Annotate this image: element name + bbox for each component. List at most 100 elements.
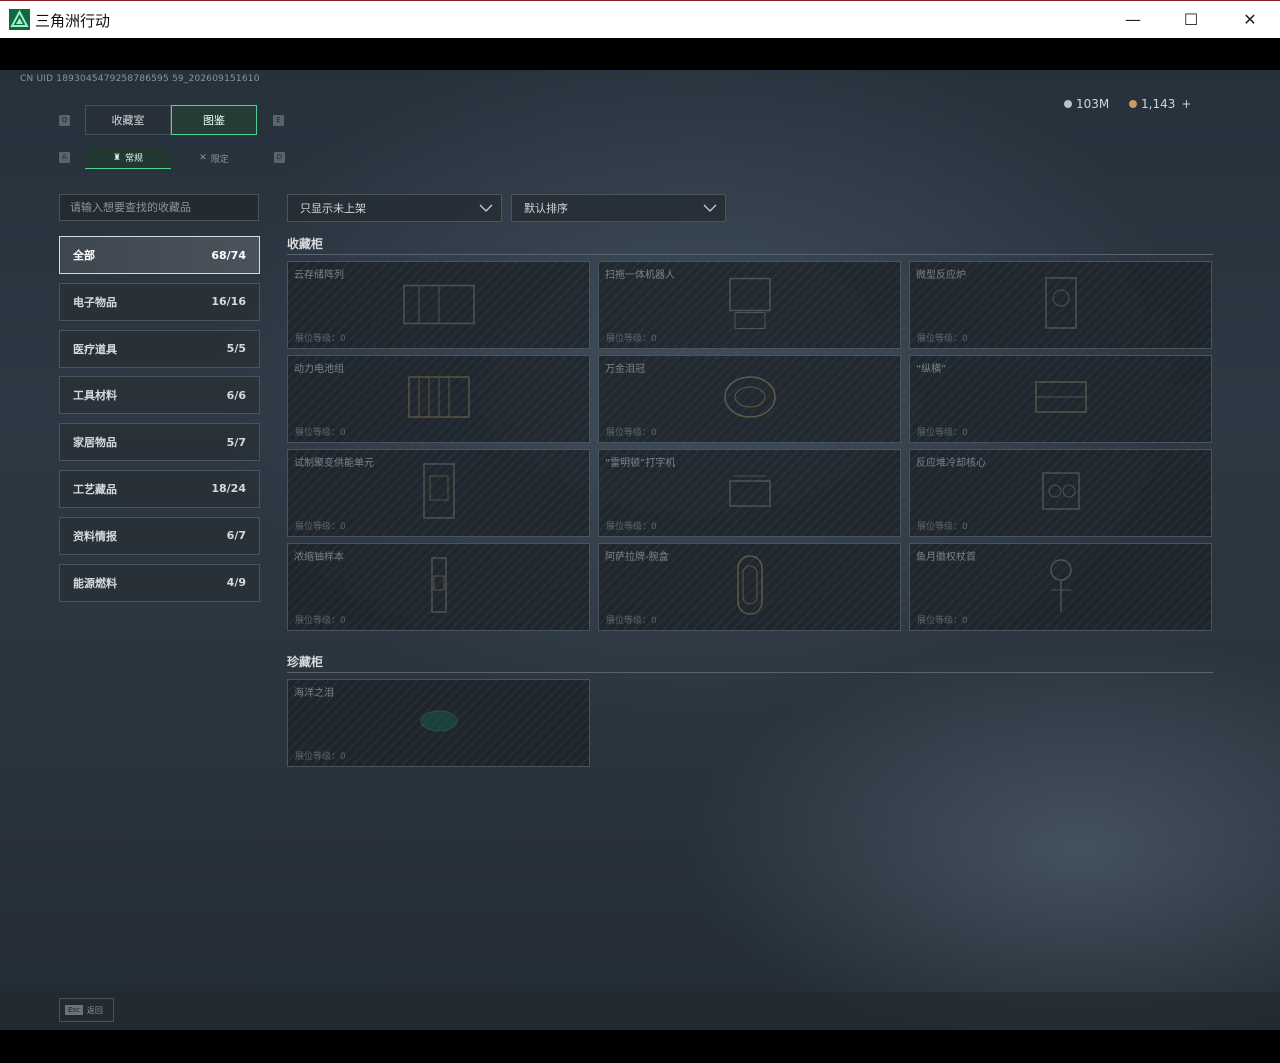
category-item-intel[interactable]: 资料情报 6/7 [59,516,260,555]
scepter-head-icon [1036,550,1086,624]
gold-coin-icon [1129,100,1137,108]
category-label: 电子物品 [73,295,117,309]
minimize-button[interactable]: — [1104,1,1162,38]
card-name: 试制聚变供能单元 [294,458,374,469]
fusion-unit-icon [414,456,464,530]
esc-key-hint: Esc [65,1005,83,1015]
treasure-grid: 海洋之泪 展位等级：0 [287,679,1213,767]
key-hint-e: E [273,115,284,126]
tab-catalog[interactable]: 图鉴 [171,105,257,135]
card-name: “雷明顿”打字机 [605,458,676,469]
category-label: 工艺藏品 [73,482,117,496]
back-label: 返回 [86,1005,103,1015]
subtab-limited[interactable]: ✕ 限定 [171,147,257,169]
cabinet-grid: 云存储阵列 展位等级：0 扫拖一体机器人 展位等级：0 微型反应炉 展位等级：0… [287,261,1213,631]
category-label: 工具材料 [73,389,117,403]
card-name: 海洋之泪 [294,688,334,699]
collectible-card[interactable]: 动力电池组 展位等级：0 [287,355,590,443]
show-filter-value: 只显示未上架 [300,202,366,215]
category-label: 资料情报 [73,529,117,543]
card-level: 展位等级：0 [295,616,346,626]
add-currency-button[interactable]: + [1181,97,1191,111]
card-name: 动力电池组 [294,364,344,375]
window-title: 三角洲行动 [35,12,111,30]
card-name: 浓缩铀样本 [294,552,344,563]
regular-icon: ♜ [112,152,122,163]
category-count: 6/6 [226,388,246,402]
subtab-regular[interactable]: ♜ 常规 [85,147,171,169]
card-name: 云存储阵列 [294,270,344,281]
category-item-crafts[interactable]: 工艺藏品 18/24 [59,469,260,508]
collectible-card[interactable]: 微型反应炉 展位等级：0 [909,261,1212,349]
player-uid: CN UID 1893045479258786595 59_2026091516… [20,74,260,84]
tab-collection-room[interactable]: 收藏室 [85,105,171,135]
card-level: 展位等级：0 [295,522,346,532]
category-item-household[interactable]: 家居物品 5/7 [59,423,260,462]
card-level: 展位等级：0 [295,428,346,438]
maximize-button[interactable]: ☐ [1162,1,1220,38]
server-array-icon [394,276,484,335]
battery-pack-icon [399,367,479,431]
window-titlebar: 三角洲行动 — ☐ ✕ [0,0,1280,38]
subtab-limited-label: 限定 [210,154,229,165]
letterbox-top [0,38,1280,70]
chevron-down-icon [479,204,493,212]
category-count: 68/74 [211,248,246,262]
card-level: 展位等级：0 [917,334,968,344]
ornament-box-icon [1026,372,1096,426]
category-item-energy[interactable]: 能源燃料 4/9 [59,563,260,602]
card-level: 展位等级：0 [917,522,968,532]
search-input[interactable] [59,194,259,221]
card-name: “纵横” [916,364,947,375]
collectible-card[interactable]: 万金泪冠 展位等级：0 [598,355,901,443]
category-item-all[interactable]: 全部 68/74 [59,236,260,274]
robot-vacuum-icon [715,271,785,340]
category-item-electronics[interactable]: 电子物品 16/16 [59,282,260,321]
show-filter-dropdown[interactable]: 只显示未上架 [287,194,502,222]
collectible-card[interactable]: “雷明顿”打字机 展位等级：0 [598,449,901,537]
category-item-tools[interactable]: 工具材料 6/6 [59,376,260,415]
section-title-treasure: 珍藏柜 [287,655,324,669]
main-tabs: 收藏室 图鉴 [85,105,257,135]
card-name: 万金泪冠 [605,364,645,375]
category-label: 能源燃料 [73,576,117,590]
ocean-tear-icon [409,701,469,745]
collectible-card[interactable]: 海洋之泪 展位等级：0 [287,679,590,767]
category-count: 5/7 [226,435,246,449]
collectible-card[interactable]: 云存储阵列 展位等级：0 [287,261,590,349]
collectible-card[interactable]: 试制聚变供能单元 展位等级：0 [287,449,590,537]
collectible-card[interactable]: 阿萨拉牌-腕盒 展位等级：0 [598,543,901,631]
category-count: 18/24 [211,482,246,496]
micro-reactor-icon [1031,268,1091,342]
category-count: 16/16 [211,295,246,309]
sub-tabs: ♜ 常规 ✕ 限定 [85,147,257,169]
collectible-card[interactable]: 反应堆冷却核心 展位等级：0 [909,449,1212,537]
card-name: 阿萨拉牌-腕盒 [605,552,669,563]
typewriter-icon [720,466,780,520]
collectible-card[interactable]: 扫拖一体机器人 展位等级：0 [598,261,901,349]
close-button[interactable]: ✕ [1221,1,1279,38]
card-name: 微型反应炉 [916,270,966,281]
collectible-card[interactable]: 浓缩铀样本 展位等级：0 [287,543,590,631]
category-count: 5/5 [226,342,246,356]
category-item-medical[interactable]: 医疗道具 5/5 [59,329,260,368]
card-level: 展位等级：0 [606,616,657,626]
game-viewport: CN UID 1893045479258786595 59_2026091516… [0,70,1280,1030]
collectible-card[interactable]: 鱼月徽权杖首 展位等级：0 [909,543,1212,631]
chevron-down-icon [703,204,717,212]
footer-bar [0,992,1280,1030]
card-name: 鱼月徽权杖首 [916,552,976,563]
collectible-card[interactable]: “纵横” 展位等级：0 [909,355,1212,443]
section-divider [287,254,1213,255]
card-level: 展位等级：0 [295,334,346,344]
category-label: 家居物品 [73,436,117,450]
card-level: 展位等级：0 [917,428,968,438]
cooling-core-icon [1031,461,1091,525]
sort-value: 默认排序 [524,202,568,215]
category-label: 全部 [73,249,95,262]
letterbox-bottom [0,1030,1280,1063]
sort-dropdown[interactable]: 默认排序 [511,194,726,222]
gold-currency: 1,143 + [1129,97,1191,111]
silver-coin-icon [1064,100,1072,108]
back-button[interactable]: Esc 返回 [59,998,114,1022]
